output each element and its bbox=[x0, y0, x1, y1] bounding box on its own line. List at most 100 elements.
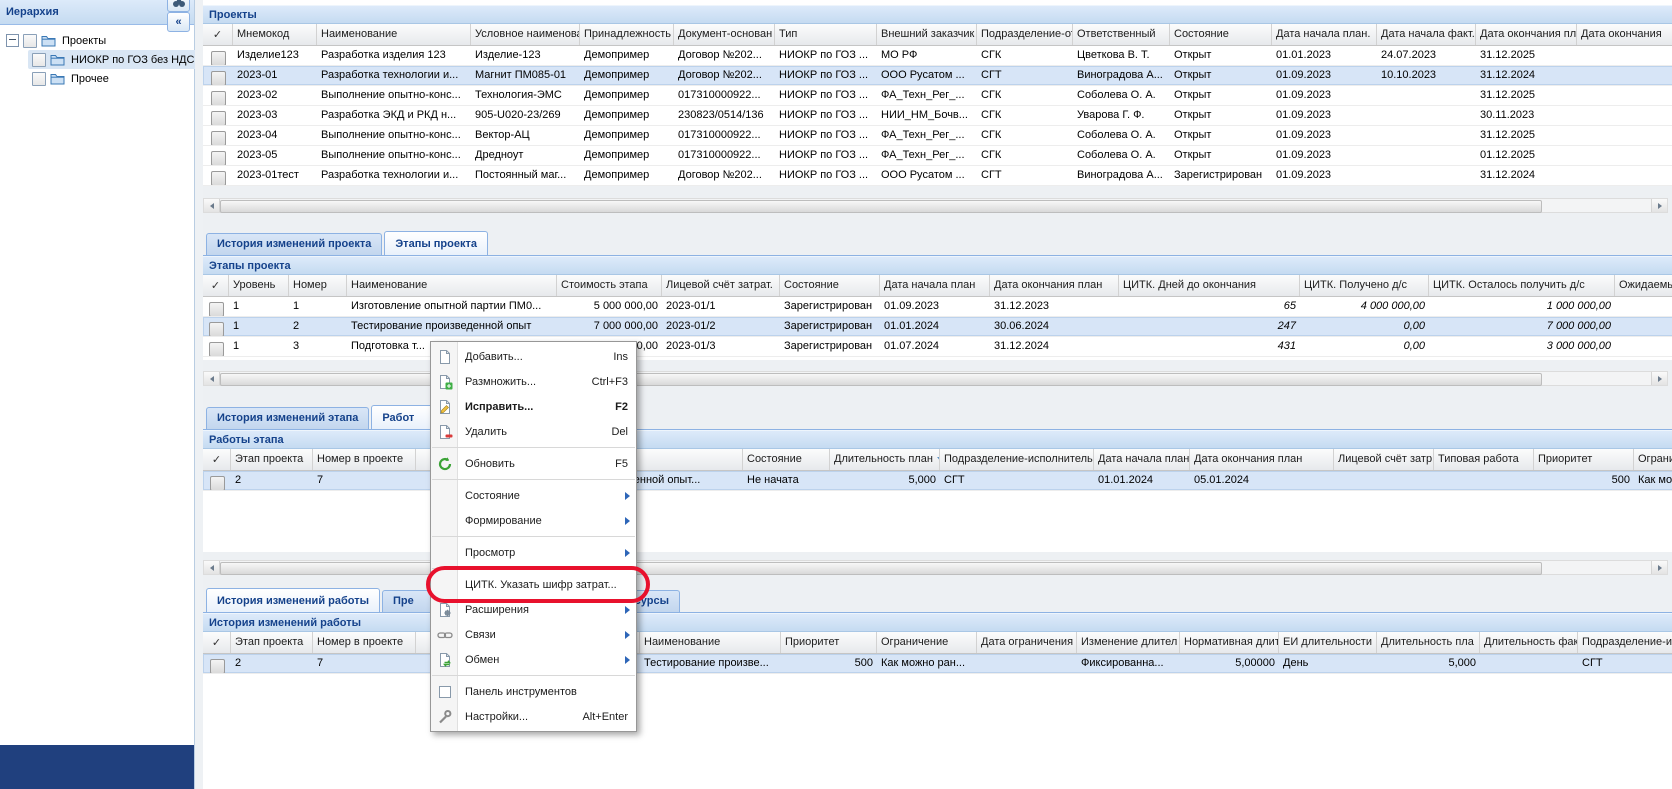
column-header[interactable]: Уровень bbox=[229, 275, 289, 296]
row-checkbox[interactable] bbox=[211, 111, 226, 125]
menu-item[interactable]: Связи bbox=[431, 622, 636, 647]
column-header[interactable]: ЦИТК. Получено д/с bbox=[1300, 275, 1429, 296]
column-header[interactable]: Подразделение-и bbox=[1578, 632, 1672, 653]
table-row[interactable]: 2023-02Выполнение опытно-конс...Технолог… bbox=[203, 86, 1672, 106]
row-checkbox[interactable] bbox=[209, 302, 224, 316]
column-header[interactable]: Условное наименова bbox=[471, 24, 580, 45]
column-header[interactable]: Номер в проекте bbox=[313, 449, 416, 470]
tree-collapse-icon[interactable] bbox=[6, 34, 19, 47]
scroll-right-arrow-icon[interactable] bbox=[1651, 199, 1667, 212]
column-header[interactable]: Дата окончания план bbox=[990, 275, 1119, 296]
tree-checkbox[interactable] bbox=[32, 72, 46, 86]
column-header[interactable]: Стоимость этапа bbox=[557, 275, 662, 296]
column-header[interactable]: Дата начала план. bbox=[1272, 24, 1377, 45]
menu-item[interactable]: Настройки...Alt+Enter bbox=[431, 704, 636, 729]
stages-hscrollbar[interactable] bbox=[203, 371, 1668, 386]
tab[interactable]: История изменений проекта bbox=[206, 233, 382, 255]
row-checkbox[interactable] bbox=[211, 171, 226, 185]
column-header[interactable]: ✓ bbox=[203, 24, 233, 45]
column-header[interactable]: Этап проекта bbox=[231, 449, 313, 470]
menu-item[interactable]: ЦИТК. Указать шифр затрат... bbox=[431, 572, 636, 597]
column-header[interactable]: Подразделение-исполнитель.. bbox=[940, 449, 1094, 470]
column-header[interactable]: Ответственный bbox=[1073, 24, 1170, 45]
table-row[interactable]: 27Тестирование произведенной опыт...Не н… bbox=[203, 471, 1672, 491]
column-header[interactable]: ✓ bbox=[203, 632, 231, 653]
column-header[interactable]: Длительность пла bbox=[1377, 632, 1480, 653]
tab[interactable]: Этапы проекта bbox=[384, 231, 488, 255]
menu-item[interactable]: ОбновитьF5 bbox=[431, 451, 636, 476]
scroll-left-arrow-icon[interactable] bbox=[204, 561, 220, 574]
row-checkbox[interactable] bbox=[210, 476, 225, 490]
column-header[interactable]: Внешний заказчик bbox=[877, 24, 977, 45]
column-header[interactable]: ЦИТК. Дней до окончания bbox=[1119, 275, 1300, 296]
column-header[interactable]: Подразделение-от bbox=[977, 24, 1073, 45]
column-header[interactable]: ✓ bbox=[203, 449, 231, 470]
scroll-thumb[interactable] bbox=[220, 373, 1542, 386]
scroll-thumb[interactable] bbox=[220, 562, 1542, 575]
menu-item[interactable]: Добавить...Ins bbox=[431, 344, 636, 369]
row-checkbox[interactable] bbox=[210, 659, 225, 673]
table-row[interactable]: 2023-01Разработка технологии и...Магнит … bbox=[203, 66, 1672, 86]
column-header[interactable]: Наименование bbox=[317, 24, 471, 45]
table-row[interactable]: 27Тестирование произве...500Как можно ра… bbox=[203, 654, 1672, 674]
column-header[interactable]: Этап проекта bbox=[231, 632, 313, 653]
column-header[interactable]: Состояние bbox=[780, 275, 880, 296]
column-header[interactable]: Дата окончания план bbox=[1190, 449, 1334, 470]
scroll-thumb[interactable] bbox=[220, 200, 1542, 213]
column-header[interactable]: Наименование bbox=[640, 632, 781, 653]
column-header[interactable]: Дата окончания bbox=[1577, 24, 1672, 45]
row-checkbox[interactable] bbox=[211, 151, 226, 165]
tab[interactable]: История изменений этапа bbox=[206, 407, 369, 429]
works-hscrollbar[interactable] bbox=[203, 560, 1668, 575]
menu-item[interactable]: Панель инструментов bbox=[431, 679, 636, 704]
row-checkbox[interactable] bbox=[211, 91, 226, 105]
binoculars-button[interactable] bbox=[167, 0, 190, 12]
column-header[interactable]: Дата ограничения bbox=[977, 632, 1077, 653]
column-header[interactable]: Дата начала факт. bbox=[1377, 24, 1476, 45]
scroll-left-arrow-icon[interactable] bbox=[204, 372, 220, 385]
menu-item[interactable]: Расширения bbox=[431, 597, 636, 622]
row-checkbox[interactable] bbox=[211, 51, 226, 65]
column-header[interactable]: Дата начала план bbox=[880, 275, 990, 296]
column-header[interactable]: Наименование bbox=[347, 275, 557, 296]
row-checkbox[interactable] bbox=[209, 342, 224, 356]
table-row[interactable]: 2023-04Выполнение опытно-конс...Вектор-А… bbox=[203, 126, 1672, 146]
table-row[interactable]: Изделие123Разработка изделия 123Изделие-… bbox=[203, 46, 1672, 66]
scroll-right-arrow-icon[interactable] bbox=[1651, 561, 1667, 574]
scroll-left-arrow-icon[interactable] bbox=[204, 199, 220, 212]
column-header[interactable]: Дата начала план. bbox=[1094, 449, 1190, 470]
column-header[interactable]: ✓ bbox=[203, 275, 229, 296]
table-row[interactable]: 2023-05Выполнение опытно-конс...Дредноут… bbox=[203, 146, 1672, 166]
column-header[interactable]: Нормативная длит bbox=[1180, 632, 1279, 653]
tree-checkbox[interactable] bbox=[23, 34, 37, 48]
column-header[interactable]: Приоритет bbox=[1534, 449, 1634, 470]
column-header[interactable]: Лицевой счёт затр bbox=[1334, 449, 1434, 470]
menu-item[interactable]: Состояние bbox=[431, 483, 636, 508]
table-row[interactable]: 2023-03Разработка ЭКД и РКД н...905-U020… bbox=[203, 106, 1672, 126]
menu-item[interactable]: Размножить...Ctrl+F3 bbox=[431, 369, 636, 394]
column-header[interactable]: Лицевой счёт затрат. bbox=[662, 275, 780, 296]
menu-item[interactable]: Исправить...F2 bbox=[431, 394, 636, 419]
menu-item[interactable]: Просмотр bbox=[431, 540, 636, 565]
column-header[interactable]: Состояние bbox=[743, 449, 830, 470]
column-header[interactable]: Ожидаемь bbox=[1615, 275, 1672, 296]
table-row[interactable]: 13Подготовка т...3 000 000,002023-01/3За… bbox=[203, 337, 1672, 357]
column-header[interactable]: Документ-основан bbox=[674, 24, 775, 45]
column-header[interactable]: Длительность план bbox=[830, 449, 940, 470]
column-header[interactable]: Тип bbox=[775, 24, 877, 45]
projects-hscrollbar[interactable] bbox=[203, 198, 1668, 213]
row-checkbox[interactable] bbox=[209, 322, 224, 336]
table-row[interactable]: 11Изготовление опытной партии ПМ0...5 00… bbox=[203, 297, 1672, 317]
column-header[interactable]: Номер в проекте bbox=[313, 632, 416, 653]
column-header[interactable]: Номер bbox=[289, 275, 347, 296]
column-header[interactable]: Ограничение bbox=[1634, 449, 1672, 470]
tree-item[interactable]: НИОКР по ГОЗ без НДС bbox=[28, 50, 200, 69]
tab[interactable]: История изменений работы bbox=[206, 588, 380, 612]
sidebar-splitter[interactable] bbox=[195, 0, 203, 789]
column-header[interactable]: Мнемокод bbox=[233, 24, 317, 45]
column-header[interactable]: ЕИ длительности bbox=[1279, 632, 1377, 653]
row-checkbox[interactable] bbox=[211, 131, 226, 145]
tree-item[interactable]: Проекты bbox=[2, 31, 112, 50]
column-header[interactable]: Ограничение bbox=[877, 632, 977, 653]
collapse-button[interactable]: « bbox=[167, 12, 190, 32]
